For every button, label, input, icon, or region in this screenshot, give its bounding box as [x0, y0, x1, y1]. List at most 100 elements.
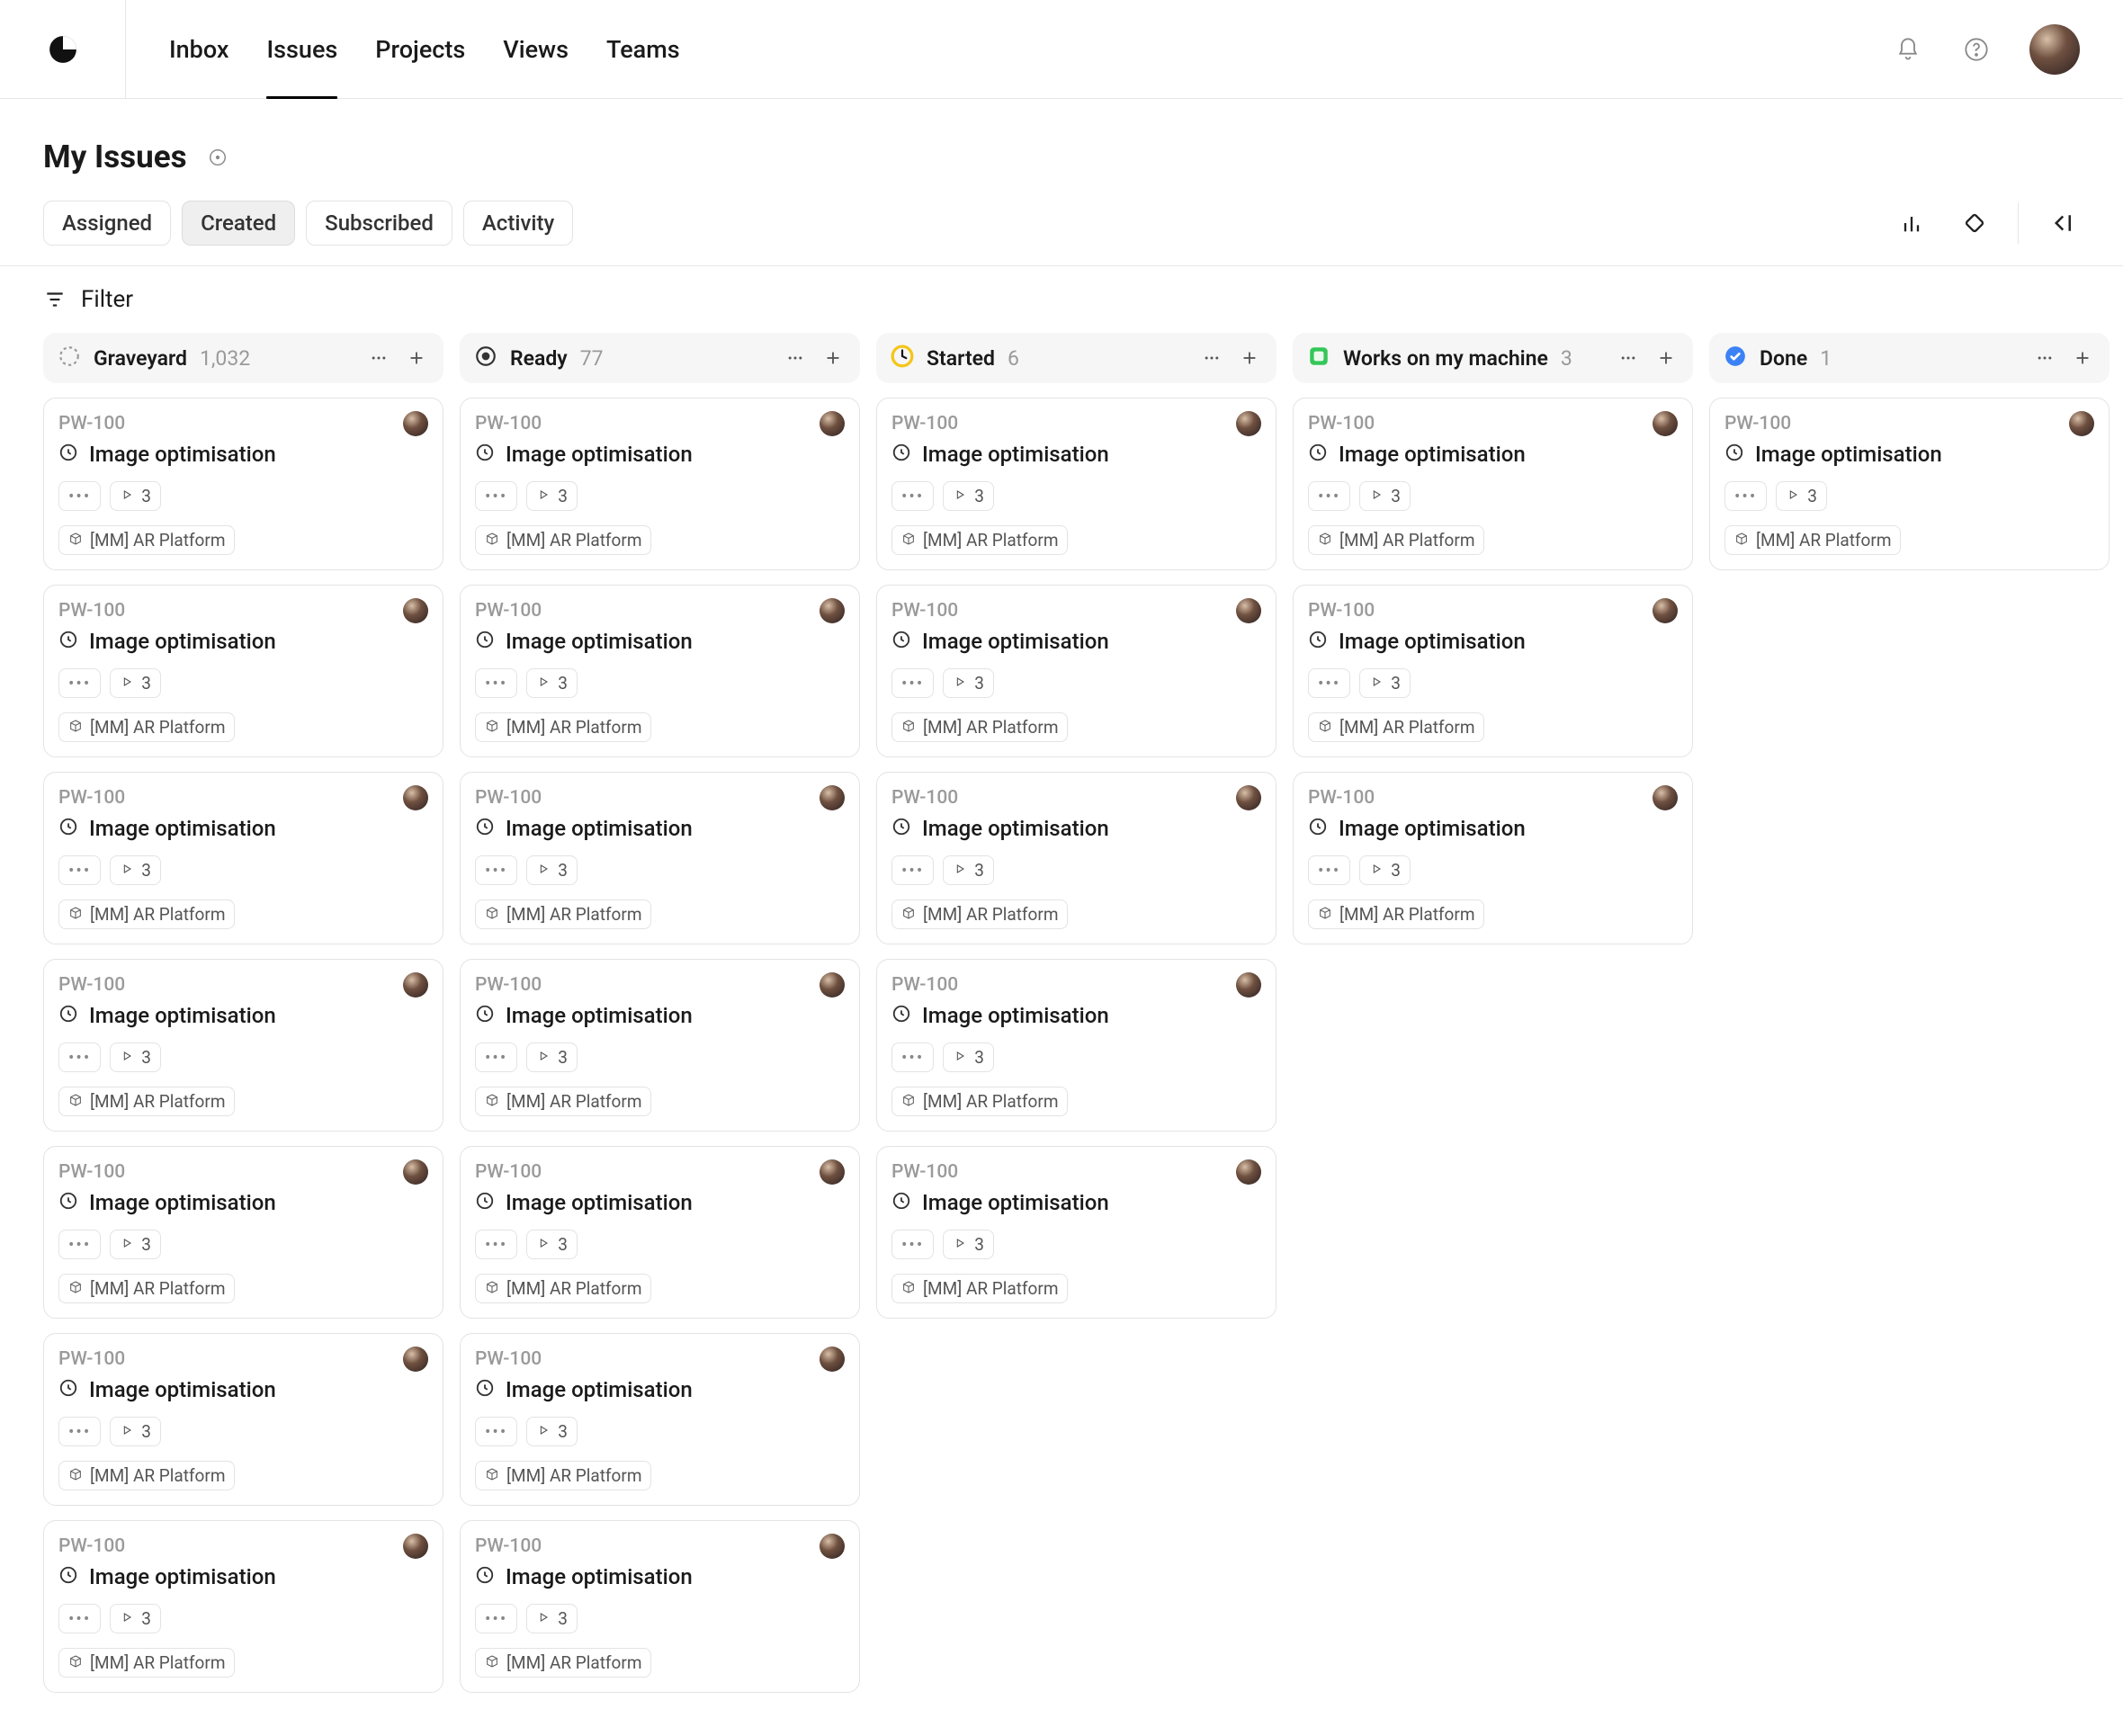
more-chip[interactable]: ••• [475, 1042, 517, 1072]
issue-card[interactable]: PW-100Image optimisation•••3[MM] AR Plat… [1293, 398, 1693, 570]
collapse-panel-button[interactable] [2044, 205, 2080, 241]
nav-link-views[interactable]: Views [503, 0, 569, 98]
issue-card[interactable]: PW-100Image optimisation•••3[MM] AR Plat… [43, 398, 443, 570]
more-chip[interactable]: ••• [475, 855, 517, 885]
subtasks-chip[interactable]: 3 [526, 855, 578, 885]
subtasks-chip[interactable]: 3 [110, 481, 161, 511]
more-chip[interactable]: ••• [475, 481, 517, 511]
project-chip[interactable]: [MM] AR Platform [1308, 525, 1484, 555]
assignee-avatar[interactable] [820, 411, 845, 436]
issue-card[interactable]: PW-100Image optimisation•••3[MM] AR Plat… [876, 398, 1276, 570]
insights-button[interactable] [1894, 205, 1930, 241]
project-chip[interactable]: [MM] AR Platform [58, 899, 235, 929]
issue-card[interactable]: PW-100Image optimisation•••3[MM] AR Plat… [43, 1146, 443, 1319]
project-chip[interactable]: [MM] AR Platform [891, 525, 1068, 555]
nav-link-issues[interactable]: Issues [266, 0, 337, 98]
assignee-avatar[interactable] [1653, 411, 1678, 436]
subtasks-chip[interactable]: 3 [526, 1042, 578, 1072]
seg-tab-subscribed[interactable]: Subscribed [306, 201, 452, 246]
issue-card[interactable]: PW-100Image optimisation•••3[MM] AR Plat… [43, 959, 443, 1132]
subtasks-chip[interactable]: 3 [110, 855, 161, 885]
issue-card[interactable]: PW-100Image optimisation•••3[MM] AR Plat… [1293, 772, 1693, 944]
project-chip[interactable]: [MM] AR Platform [1308, 899, 1484, 929]
more-chip[interactable]: ••• [891, 855, 934, 885]
issue-card[interactable]: PW-100Image optimisation•••3[MM] AR Plat… [43, 585, 443, 757]
issue-card[interactable]: PW-100Image optimisation•••3[MM] AR Plat… [460, 1146, 860, 1319]
notifications-button[interactable] [1893, 34, 1923, 65]
assignee-avatar[interactable] [820, 598, 845, 623]
more-chip[interactable]: ••• [58, 1604, 101, 1633]
subtasks-chip[interactable]: 3 [526, 481, 578, 511]
issue-card[interactable]: PW-100Image optimisation•••3[MM] AR Plat… [460, 1520, 860, 1693]
more-chip[interactable]: ••• [891, 481, 934, 511]
issue-card[interactable]: PW-100Image optimisation•••3[MM] AR Plat… [1709, 398, 2110, 570]
more-chip[interactable]: ••• [58, 481, 101, 511]
project-chip[interactable]: [MM] AR Platform [475, 712, 651, 742]
subtasks-chip[interactable]: 3 [943, 855, 994, 885]
project-chip[interactable]: [MM] AR Platform [1308, 712, 1484, 742]
seg-tab-created[interactable]: Created [182, 201, 295, 246]
issue-card[interactable]: PW-100Image optimisation•••3[MM] AR Plat… [460, 1333, 860, 1506]
project-chip[interactable]: [MM] AR Platform [58, 525, 235, 555]
filter-row[interactable]: Filter [0, 266, 2123, 333]
more-chip[interactable]: ••• [1308, 668, 1350, 698]
help-button[interactable] [1961, 34, 1992, 65]
assignee-avatar[interactable] [1653, 598, 1678, 623]
column-more-button[interactable] [783, 345, 808, 371]
column-more-button[interactable] [2032, 345, 2057, 371]
column-add-button[interactable] [2070, 345, 2095, 371]
issue-card[interactable]: PW-100Image optimisation•••3[MM] AR Plat… [460, 959, 860, 1132]
subtasks-chip[interactable]: 3 [526, 1230, 578, 1259]
subtasks-chip[interactable]: 3 [110, 1417, 161, 1446]
project-chip[interactable]: [MM] AR Platform [58, 1087, 235, 1116]
assignee-avatar[interactable] [403, 1347, 428, 1372]
more-chip[interactable]: ••• [58, 855, 101, 885]
assignee-avatar[interactable] [820, 1159, 845, 1185]
more-chip[interactable]: ••• [475, 1230, 517, 1259]
assignee-avatar[interactable] [403, 1159, 428, 1185]
subtasks-chip[interactable]: 3 [110, 1604, 161, 1633]
display-options-button[interactable] [1957, 205, 1993, 241]
assignee-avatar[interactable] [403, 598, 428, 623]
assignee-avatar[interactable] [1653, 785, 1678, 810]
more-chip[interactable]: ••• [1724, 481, 1767, 511]
assignee-avatar[interactable] [1236, 598, 1261, 623]
project-chip[interactable]: [MM] AR Platform [58, 712, 235, 742]
subtasks-chip[interactable]: 3 [526, 1417, 578, 1446]
issue-card[interactable]: PW-100Image optimisation•••3[MM] AR Plat… [460, 772, 860, 944]
issue-card[interactable]: PW-100Image optimisation•••3[MM] AR Plat… [43, 1520, 443, 1693]
column-add-button[interactable] [404, 345, 429, 371]
subtasks-chip[interactable]: 3 [526, 668, 578, 698]
project-chip[interactable]: [MM] AR Platform [475, 525, 651, 555]
assignee-avatar[interactable] [403, 785, 428, 810]
subtasks-chip[interactable]: 3 [943, 668, 994, 698]
seg-tab-activity[interactable]: Activity [463, 201, 573, 246]
issue-card[interactable]: PW-100Image optimisation•••3[MM] AR Plat… [1293, 585, 1693, 757]
assignee-avatar[interactable] [1236, 785, 1261, 810]
project-chip[interactable]: [MM] AR Platform [475, 1274, 651, 1303]
more-chip[interactable]: ••• [475, 1417, 517, 1446]
project-chip[interactable]: [MM] AR Platform [891, 1087, 1068, 1116]
assignee-avatar[interactable] [820, 785, 845, 810]
more-chip[interactable]: ••• [891, 1042, 934, 1072]
issue-card[interactable]: PW-100Image optimisation•••3[MM] AR Plat… [460, 585, 860, 757]
user-avatar[interactable] [2029, 24, 2080, 75]
more-chip[interactable]: ••• [475, 668, 517, 698]
more-chip[interactable]: ••• [58, 1230, 101, 1259]
assignee-avatar[interactable] [1236, 1159, 1261, 1185]
logo[interactable] [0, 0, 126, 98]
assignee-avatar[interactable] [820, 972, 845, 998]
seg-tab-assigned[interactable]: Assigned [43, 201, 171, 246]
more-chip[interactable]: ••• [475, 1604, 517, 1633]
more-chip[interactable]: ••• [58, 1417, 101, 1446]
project-chip[interactable]: [MM] AR Platform [475, 1461, 651, 1490]
subtasks-chip[interactable]: 3 [110, 1042, 161, 1072]
issue-card[interactable]: PW-100Image optimisation•••3[MM] AR Plat… [43, 772, 443, 944]
assignee-avatar[interactable] [1236, 972, 1261, 998]
column-more-button[interactable] [1616, 345, 1641, 371]
assignee-avatar[interactable] [403, 411, 428, 436]
project-chip[interactable]: [MM] AR Platform [891, 1274, 1068, 1303]
more-chip[interactable]: ••• [891, 668, 934, 698]
subtasks-chip[interactable]: 3 [110, 668, 161, 698]
subtasks-chip[interactable]: 3 [943, 1230, 994, 1259]
